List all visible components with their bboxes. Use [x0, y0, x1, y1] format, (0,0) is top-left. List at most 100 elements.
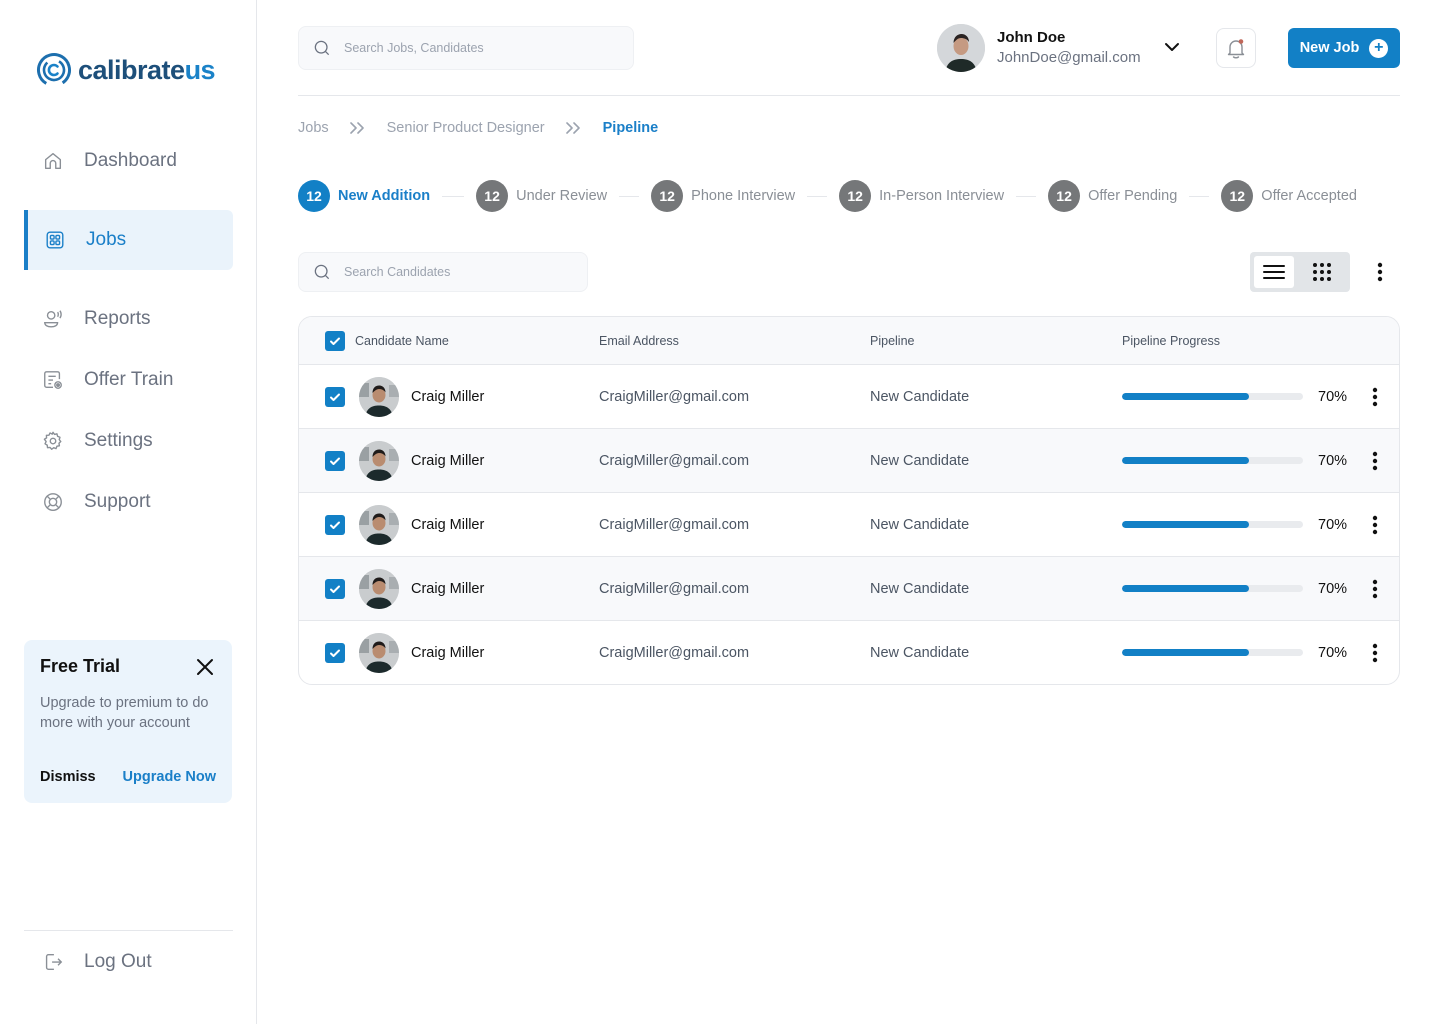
- stage-connector: [442, 195, 465, 197]
- free-trial-card: Free Trial Upgrade to premium to do more…: [24, 640, 232, 803]
- stage-offer-accepted[interactable]: 12 Offer Accepted: [1221, 180, 1357, 212]
- sidebar-item-label: Jobs: [86, 229, 127, 250]
- column-header-email[interactable]: Email Address: [599, 334, 679, 348]
- row-checkbox[interactable]: [325, 642, 345, 663]
- offer-train-icon: [44, 371, 62, 389]
- pipeline-progress-bar: [1122, 649, 1303, 656]
- user-profile[interactable]: John Doe JohnDoe@gmail.com: [937, 24, 1141, 72]
- global-search-input[interactable]: [344, 41, 633, 55]
- candidate-avatar: [359, 568, 399, 609]
- row-checkbox[interactable]: [325, 450, 345, 471]
- list-view-button[interactable]: [1254, 256, 1294, 288]
- row-checkbox[interactable]: [325, 386, 345, 407]
- candidate-avatar: [359, 504, 399, 545]
- logout-icon: [45, 953, 63, 971]
- pipeline-progress-fill: [1122, 393, 1249, 400]
- sidebar-item-dashboard[interactable]: Dashboard: [24, 131, 233, 191]
- candidate-name[interactable]: Craig Miller: [411, 517, 484, 533]
- stage-label: New Addition: [338, 188, 431, 204]
- pipeline-progress-value: 70%: [1318, 388, 1348, 405]
- global-search[interactable]: [298, 26, 634, 70]
- breadcrumb-jobs[interactable]: Jobs: [298, 120, 329, 136]
- table-row[interactable]: Craig Miller CraigMiller@gmail.com New C…: [299, 364, 1399, 428]
- column-header-progress[interactable]: Pipeline Progress: [1122, 334, 1220, 348]
- column-header-pipeline[interactable]: Pipeline: [870, 334, 914, 348]
- candidate-name[interactable]: Craig Miller: [411, 645, 484, 661]
- sidebar-item-reports[interactable]: Reports: [24, 289, 233, 349]
- table-row[interactable]: Craig Miller CraigMiller@gmail.com New C…: [299, 428, 1399, 492]
- candidate-avatar: [359, 440, 399, 481]
- stage-phone-interview[interactable]: 12 Phone Interview: [651, 180, 795, 212]
- sidebar-item-label: Settings: [84, 430, 153, 451]
- stage-count-badge: 12: [298, 180, 330, 212]
- breadcrumb: Jobs Senior Product Designer Pipeline: [298, 118, 658, 138]
- candidate-email: CraigMiller@gmail.com: [599, 644, 750, 661]
- reports-icon: [44, 310, 62, 328]
- stage-count-badge: 12: [1221, 180, 1254, 212]
- sidebar-item-label: Offer Train: [84, 369, 174, 390]
- column-header-name[interactable]: Candidate Name: [355, 334, 449, 348]
- grid-icon: [46, 231, 64, 249]
- candidate-search[interactable]: [298, 252, 588, 292]
- logo[interactable]: calibrateus: [36, 52, 216, 88]
- logout-button[interactable]: Log Out: [24, 932, 233, 992]
- upgrade-now-button[interactable]: Upgrade Now: [123, 769, 216, 785]
- pipeline-progress-value: 70%: [1318, 452, 1348, 469]
- sidebar-divider: [24, 930, 233, 931]
- check-icon: [330, 457, 340, 465]
- sidebar-item-settings[interactable]: Settings: [24, 411, 233, 471]
- candidate-name[interactable]: Craig Miller: [411, 389, 484, 405]
- check-icon: [330, 585, 340, 593]
- table-row[interactable]: Craig Miller CraigMiller@gmail.com New C…: [299, 556, 1399, 620]
- row-more-button[interactable]: [1365, 513, 1385, 537]
- sidebar-item-offer-train[interactable]: Offer Train: [24, 350, 233, 410]
- stage-connector: [807, 195, 828, 197]
- stage-in-person-interview[interactable]: 12 In-Person Interview: [839, 180, 1004, 212]
- check-icon: [330, 393, 340, 401]
- stage-connector: [619, 195, 640, 197]
- more-vertical-icon: [1372, 387, 1378, 406]
- new-job-button[interactable]: New Job +: [1288, 28, 1400, 68]
- pipeline-progress-bar: [1122, 457, 1303, 464]
- grid-view-button[interactable]: [1302, 256, 1342, 288]
- close-icon[interactable]: [196, 658, 214, 676]
- row-more-button[interactable]: [1365, 641, 1385, 665]
- breadcrumb-job-title[interactable]: Senior Product Designer: [387, 120, 545, 136]
- new-job-label: New Job: [1299, 40, 1360, 56]
- row-more-button[interactable]: [1365, 385, 1385, 409]
- more-vertical-icon: [1372, 451, 1378, 470]
- stage-offer-pending[interactable]: 12 Offer Pending: [1048, 180, 1177, 212]
- dismiss-button[interactable]: Dismiss: [40, 769, 96, 785]
- pipeline-progress-value: 70%: [1318, 644, 1348, 661]
- stage-under-review[interactable]: 12 Under Review: [476, 180, 607, 212]
- sidebar-item-support[interactable]: Support: [24, 472, 233, 532]
- row-more-button[interactable]: [1365, 577, 1385, 601]
- candidate-pipeline: New Candidate: [870, 644, 970, 661]
- row-checkbox[interactable]: [325, 514, 345, 535]
- pipeline-progress-value: 70%: [1318, 580, 1348, 597]
- sidebar-item-jobs[interactable]: Jobs: [24, 210, 233, 270]
- more-vertical-icon: [1372, 643, 1378, 662]
- pipeline-progress-fill: [1122, 457, 1249, 464]
- stage-connector: [1189, 195, 1210, 197]
- notifications-button[interactable]: [1216, 28, 1256, 68]
- row-checkbox[interactable]: [325, 578, 345, 599]
- candidate-search-input[interactable]: [344, 265, 587, 279]
- pipeline-progress-fill: [1122, 585, 1249, 592]
- table-row[interactable]: Craig Miller CraigMiller@gmail.com New C…: [299, 620, 1399, 684]
- row-more-button[interactable]: [1365, 449, 1385, 473]
- more-vertical-icon: [1372, 515, 1378, 534]
- check-icon: [330, 337, 340, 345]
- candidate-name[interactable]: Craig Miller: [411, 453, 484, 469]
- pipeline-progress-bar: [1122, 585, 1303, 592]
- candidate-avatar: [359, 376, 399, 417]
- more-options-button[interactable]: [1370, 260, 1390, 284]
- candidate-name[interactable]: Craig Miller: [411, 581, 484, 597]
- stage-label: Offer Accepted: [1261, 188, 1357, 204]
- table-row[interactable]: Craig Miller CraigMiller@gmail.com New C…: [299, 492, 1399, 556]
- stage-new-addition[interactable]: 12 New Addition: [298, 180, 430, 212]
- select-all-checkbox[interactable]: [325, 330, 345, 351]
- chevron-down-icon[interactable]: [1163, 38, 1181, 56]
- user-avatar: [937, 24, 985, 72]
- gear-icon: [43, 431, 62, 450]
